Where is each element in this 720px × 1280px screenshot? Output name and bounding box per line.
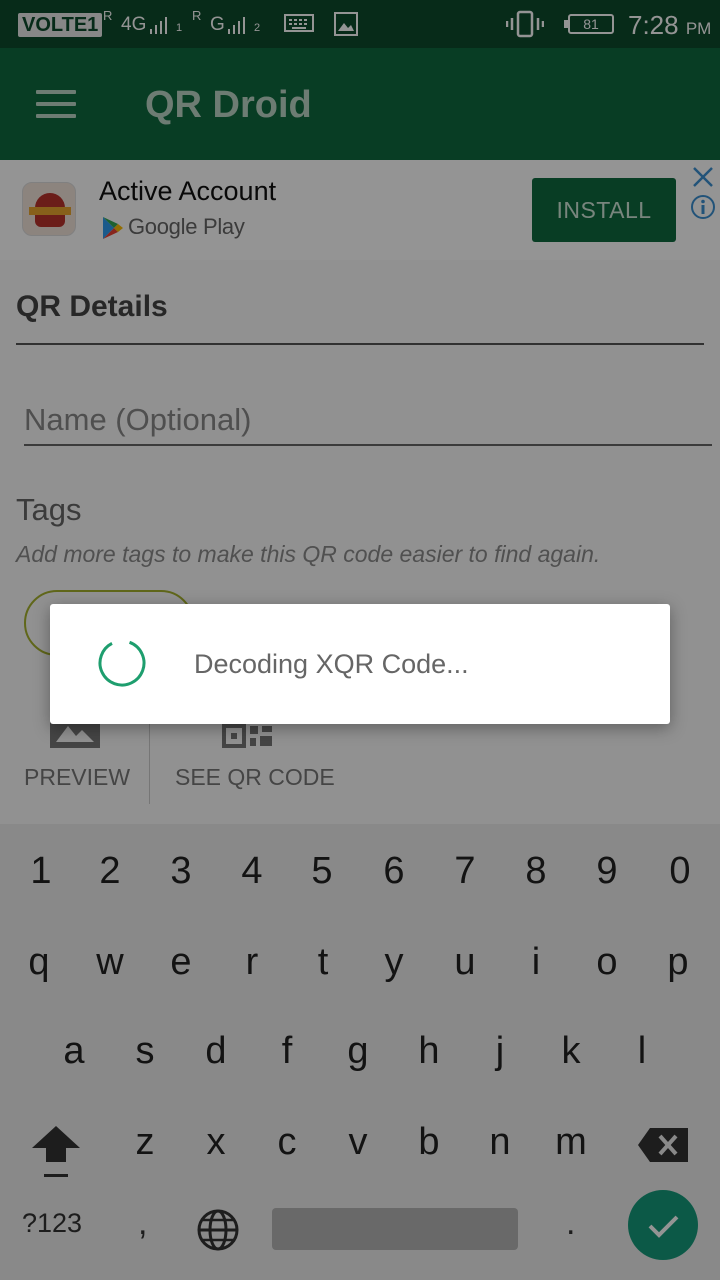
loading-spinner-icon (98, 639, 146, 687)
dialog-message: Decoding XQR Code... (194, 649, 469, 679)
progress-dialog: Decoding XQR Code... (50, 604, 670, 724)
